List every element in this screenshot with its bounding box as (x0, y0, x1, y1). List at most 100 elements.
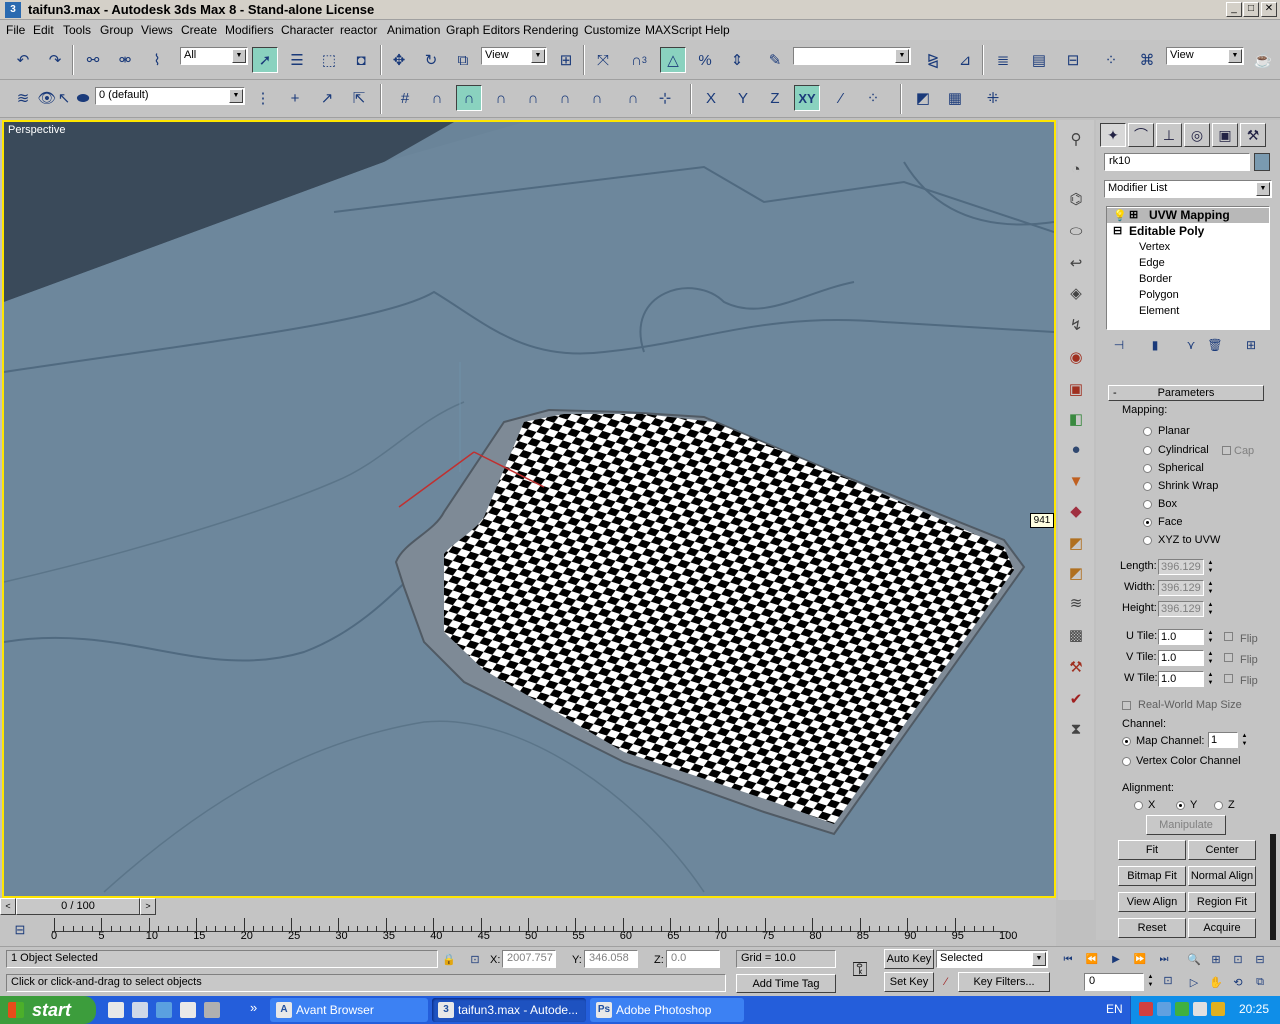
height-spinner[interactable]: 396.129 (1158, 601, 1204, 617)
select-and-link-icon[interactable]: ⚯ (80, 47, 106, 73)
maximize-button[interactable]: □ (1243, 2, 1259, 17)
collapse-minus-icon[interactable]: ⊟ (1113, 224, 1122, 237)
maximize-viewport-icon[interactable]: ⧉ (1250, 971, 1270, 993)
v-flip-checkbox[interactable] (1224, 653, 1233, 662)
parameters-rollout-header[interactable]: - Parameters (1108, 385, 1264, 401)
spinner-arrows-icon[interactable]: ▲ ▼ (1206, 671, 1215, 687)
display-tab-icon[interactable]: ▣ (1212, 123, 1238, 147)
stack-edge[interactable]: Edge (1139, 257, 1165, 269)
stack-icon[interactable]: ≋ (1064, 592, 1088, 616)
teapot-icon[interactable]: ⬬ (72, 85, 94, 111)
x-coordinate-field[interactable]: 2007.757 (502, 950, 556, 968)
add-time-tag-button[interactable]: Add Time Tag (736, 974, 836, 993)
render-scene-icon[interactable]: ⌘ (1134, 47, 1160, 73)
tray-antivirus-icon[interactable] (1139, 1002, 1153, 1016)
max-quicklaunch-icon[interactable] (180, 1002, 196, 1018)
next-frame-icon[interactable]: > (140, 898, 156, 915)
edit-named-selection-icon[interactable]: ✎ (762, 47, 788, 73)
curve-editor-icon[interactable]: ▤ (1026, 47, 1052, 73)
spinner-arrows-icon[interactable]: ▲ ▼ (1206, 580, 1215, 596)
object-name-field[interactable]: rk10 (1104, 153, 1250, 171)
zoom-extents-icon[interactable]: ⊡ (1228, 949, 1248, 969)
play-icon[interactable]: ▶ (1106, 949, 1126, 969)
field-of-view-icon[interactable]: ▷ (1184, 971, 1204, 993)
angle-snap-icon[interactable]: △ (660, 47, 686, 73)
menu-file[interactable]: File (6, 23, 25, 37)
go-to-start-icon[interactable]: ⏮ (1058, 949, 1078, 969)
tray-security-icon[interactable] (1175, 1002, 1189, 1016)
shrink-wrap-radio[interactable] (1143, 482, 1152, 491)
menu-character[interactable]: Character (281, 23, 334, 37)
layer-manager-icon[interactable]: ≣ (990, 47, 1016, 73)
set-key-button[interactable]: Set Key (884, 972, 934, 992)
length-spinner[interactable]: 396.129 (1158, 559, 1204, 575)
pivot-center-icon[interactable]: ⊞ (553, 47, 579, 73)
zoom-extents-all-icon[interactable]: ⊟ (1250, 949, 1270, 969)
language-indicator[interactable]: EN (1106, 1002, 1123, 1016)
eye-icon[interactable]: 👁 (37, 85, 56, 111)
modifier-list-dropdown[interactable]: Modifier List ▼ (1104, 180, 1272, 198)
ffd-modifier-icon[interactable]: ↯ (1064, 314, 1088, 338)
xyz-to-uvw-radio[interactable] (1143, 536, 1152, 545)
axis-y-button[interactable]: Y (730, 85, 756, 111)
window-crossing-icon[interactable]: ◘ (348, 47, 374, 73)
menu-maxscript[interactable]: MAXScript (645, 23, 702, 37)
current-frame-field[interactable]: 0 (1084, 973, 1144, 991)
task-photoshop[interactable]: Ps Adobe Photoshop (590, 998, 744, 1022)
undo-icon[interactable]: ↶ (10, 47, 36, 73)
modifier-stack[interactable]: 💡 ⊞ UVW Mapping ⊟ Editable Poly Vertex E… (1106, 206, 1270, 330)
previous-key-icon[interactable]: ⏪ (1082, 949, 1102, 969)
explorer-quicklaunch-icon[interactable] (132, 1002, 148, 1018)
reference-coordinate-dropdown[interactable]: View ▼ (481, 47, 547, 65)
axis-x-button[interactable]: X (698, 85, 724, 111)
current-layer-dropdown[interactable]: 0 (default) ▼ (95, 87, 245, 105)
snap-grid-icon[interactable]: # (392, 85, 418, 111)
spinner-arrows-icon[interactable]: ▲ ▼ (1240, 732, 1249, 748)
spinner-arrows-icon[interactable]: ▲ ▼ (1206, 650, 1215, 666)
snap-toggle-icon[interactable]: ∩ 3 (626, 47, 652, 73)
menu-graph-editors[interactable]: Graph Editors (446, 23, 520, 37)
freeze-icon[interactable]: ↖ (56, 85, 72, 111)
key-selection-dropdown[interactable]: Selected ▼ (936, 950, 1048, 968)
region-fit-button[interactable]: Region Fit (1188, 892, 1256, 912)
auto-key-button[interactable]: Auto Key (884, 949, 934, 969)
viewport-label[interactable]: Perspective (8, 124, 65, 136)
v-tile-spinner[interactable]: 1.0 (1158, 650, 1204, 666)
tray-volume-icon[interactable] (1193, 1002, 1207, 1016)
schematic-view-icon[interactable]: ⊟ (1060, 47, 1086, 73)
inherit-icon[interactable]: ⁘ (860, 85, 886, 111)
spinner-arrows-icon[interactable]: ▲ ▼ (1206, 601, 1215, 617)
stack-polygon[interactable]: Polygon (1139, 289, 1179, 301)
select-and-scale-icon[interactable]: ⧉ (450, 47, 476, 73)
set-key-key-icon[interactable]: ⚿ (842, 955, 878, 985)
stack-editable-poly[interactable]: Editable Poly (1129, 224, 1204, 238)
box-radio[interactable] (1143, 500, 1152, 509)
noise-modifier-icon[interactable]: ◈ (1064, 282, 1088, 306)
bend-modifier-icon[interactable]: ⚲ (1064, 128, 1088, 152)
bind-space-warp-icon[interactable]: ⌇ (144, 47, 170, 73)
selection-filter-dropdown[interactable]: All ▼ (180, 47, 248, 65)
command-panel-scrollbar[interactable] (1270, 834, 1276, 940)
bitmap-fit-button[interactable]: Bitmap Fit (1118, 866, 1186, 886)
pin-stack-icon[interactable]: ⊣ (1108, 334, 1130, 356)
snap-midpoint-icon[interactable]: ∩ (552, 85, 578, 111)
skin-modifier-icon[interactable]: ⚒ (1064, 656, 1088, 680)
quicklaunch-more-icon[interactable]: » (250, 1000, 257, 1015)
snap-vertex-icon[interactable]: ∩ (456, 85, 482, 111)
tray-network-icon[interactable] (1157, 1002, 1171, 1016)
close-button[interactable]: ✕ (1261, 2, 1277, 17)
snap-center-icon[interactable]: ∩ (620, 85, 646, 111)
lock-icon[interactable]: 🔒 (440, 949, 458, 969)
configure-modifier-sets-icon[interactable]: ⊞ (1240, 334, 1262, 356)
snap-edge-icon[interactable]: ∩ (520, 85, 546, 111)
acquire-button[interactable]: Acquire (1188, 918, 1256, 938)
uvw-box-icon[interactable]: ◩ (1064, 532, 1088, 556)
arc-rotate-icon[interactable]: ⟲ (1228, 971, 1248, 993)
key-mode-icon[interactable]: ⁄ (936, 971, 956, 993)
cube-icon[interactable]: ◩ (910, 85, 936, 111)
spinner-arrows-icon[interactable]: ▲ ▼ (1206, 629, 1215, 645)
menu-reactor[interactable]: reactor (340, 23, 377, 37)
manipulate-icon[interactable]: ⤧ (590, 47, 616, 73)
key-filters-button[interactable]: Key Filters... (958, 972, 1050, 992)
array-icon[interactable]: ▦ (942, 85, 968, 111)
